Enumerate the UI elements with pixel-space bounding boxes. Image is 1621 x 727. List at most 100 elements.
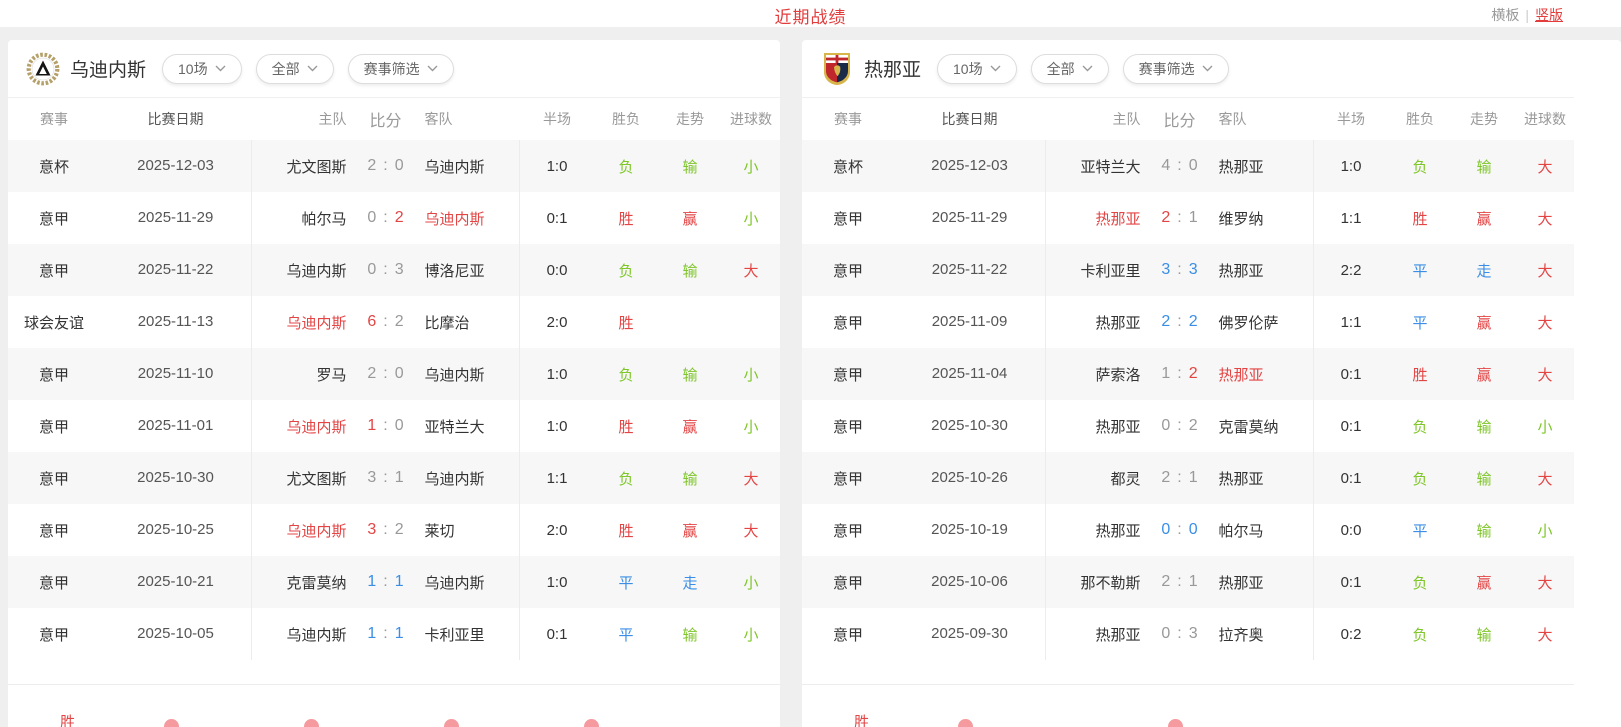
away-score: 2 xyxy=(1189,313,1198,331)
match-row[interactable]: 意杯 2025-12-03 尤文图斯 2:0 乌迪内斯 1:0 负 输 小 xyxy=(8,140,780,192)
league-filter-dropdown[interactable]: 赛事筛选 xyxy=(1123,54,1229,84)
header-trend: 走势 xyxy=(1452,109,1516,129)
home-score: 2 xyxy=(367,365,376,383)
team-name: 乌迪内斯 xyxy=(70,55,146,82)
match-row[interactable]: 意杯 2025-12-03 亚特兰大 4:0 热那亚 1:0 负 输 大 xyxy=(802,140,1574,192)
away-score: 0 xyxy=(395,417,404,435)
match-row[interactable]: 意甲 2025-11-29 帕尔马 0:2 乌迪内斯 0:1 胜 赢 小 xyxy=(8,192,780,244)
home-score: 3 xyxy=(367,521,376,539)
match-row[interactable]: 意甲 2025-11-04 萨索洛 1:2 热那亚 0:1 胜 赢 大 xyxy=(802,348,1574,400)
date-cell: 2025-11-13 xyxy=(100,296,252,348)
goals-cell: 小 xyxy=(722,572,780,593)
score-separator: : xyxy=(1177,261,1181,279)
view-horizontal-link[interactable]: 横板 xyxy=(1491,7,1519,23)
header-match: 主队 比分 客队 xyxy=(252,107,520,131)
away-score: 1 xyxy=(395,625,404,643)
home-score: 3 xyxy=(1161,261,1170,279)
match-row[interactable]: 意甲 2025-10-25 乌迪内斯 3:2 莱切 2:0 胜 赢 大 xyxy=(8,504,780,556)
venue-filter-dropdown[interactable]: 全部 xyxy=(256,54,334,84)
score: 0:0 xyxy=(1151,521,1209,539)
match-row[interactable]: 意甲 2025-10-05 乌迪内斯 1:1 卡利亚里 0:1 平 输 小 xyxy=(8,608,780,660)
halftime-cell: 0:1 xyxy=(1314,470,1388,487)
away-score: 1 xyxy=(1189,209,1198,227)
halftime-cell: 1:0 xyxy=(520,574,594,591)
score-separator: : xyxy=(383,521,387,539)
home-team: 尤文图斯 xyxy=(252,468,357,489)
score-separator: : xyxy=(383,365,387,383)
header-score: 比分 xyxy=(357,107,415,131)
view-toggle-separator: | xyxy=(1525,7,1529,23)
match-cell: 克雷莫纳 1:1 乌迪内斯 xyxy=(252,556,520,608)
view-vertical-link[interactable]: 竖版 xyxy=(1535,7,1563,23)
header-home: 主队 xyxy=(252,109,357,129)
away-team: 比摩治 xyxy=(415,312,520,333)
date-cell: 2025-10-26 xyxy=(894,452,1046,504)
score: 2:0 xyxy=(357,157,415,175)
league-cell: 球会友谊 xyxy=(8,312,100,333)
home-team: 都灵 xyxy=(1046,468,1151,489)
match-cell: 都灵 2:1 热那亚 xyxy=(1046,452,1314,504)
score-separator: : xyxy=(1177,625,1181,643)
match-row[interactable]: 意甲 2025-11-22 卡利亚里 3:3 热那亚 2:2 平 走 大 xyxy=(802,244,1574,296)
away-score: 3 xyxy=(1189,625,1198,643)
home-team: 热那亚 xyxy=(1046,520,1151,541)
score: 2:0 xyxy=(357,365,415,383)
match-row[interactable]: 意甲 2025-11-22 乌迪内斯 0:3 博洛尼亚 0:0 负 输 大 xyxy=(8,244,780,296)
topbar: 近期战绩 横板|竖版 xyxy=(0,0,1621,27)
home-score: 1 xyxy=(367,625,376,643)
match-row[interactable]: 意甲 2025-10-26 都灵 2:1 热那亚 0:1 负 输 大 xyxy=(802,452,1574,504)
match-row[interactable]: 意甲 2025-09-30 热那亚 0:3 拉齐奥 0:2 负 输 大 xyxy=(802,608,1574,660)
result-cell: 平 xyxy=(1388,260,1452,281)
match-cell: 罗马 2:0 乌迪内斯 xyxy=(252,348,520,400)
match-count-dropdown[interactable]: 10场 xyxy=(162,54,242,84)
trend-cell: 赢 xyxy=(658,416,722,437)
match-count-dropdown[interactable]: 10场 xyxy=(937,54,1017,84)
match-row[interactable]: 球会友谊 2025-11-13 乌迪内斯 6:2 比摩治 2:0 胜 xyxy=(8,296,780,348)
away-score: 3 xyxy=(395,261,404,279)
match-row[interactable]: 意甲 2025-10-06 那不勒斯 2:1 热那亚 0:1 负 赢 大 xyxy=(802,556,1574,608)
home-score: 1 xyxy=(1161,365,1170,383)
panel-header: 热那亚 10场 全部 赛事筛选 xyxy=(802,40,1574,98)
score: 1:2 xyxy=(1151,365,1209,383)
match-row[interactable]: 意甲 2025-11-29 热那亚 2:1 维罗纳 1:1 胜 赢 大 xyxy=(802,192,1574,244)
trend-cell: 走 xyxy=(1452,260,1516,281)
date-cell: 2025-09-30 xyxy=(894,608,1046,660)
away-team: 热那亚 xyxy=(1209,364,1314,385)
genoa-crest-icon xyxy=(820,52,854,86)
home-team: 热那亚 xyxy=(1046,416,1151,437)
match-row[interactable]: 意甲 2025-11-10 罗马 2:0 乌迪内斯 1:0 负 输 小 xyxy=(8,348,780,400)
away-score: 0 xyxy=(395,365,404,383)
panels-container: 乌迪内斯 10场 全部 赛事筛选 赛事 比赛日期 主队 xyxy=(8,40,1621,727)
league-filter-dropdown[interactable]: 赛事筛选 xyxy=(348,54,454,84)
league-cell: 意甲 xyxy=(802,468,894,489)
score: 2:2 xyxy=(1151,313,1209,331)
match-row[interactable]: 意甲 2025-11-09 热那亚 2:2 佛罗伦萨 1:1 平 赢 大 xyxy=(802,296,1574,348)
header-away: 客队 xyxy=(415,109,520,129)
home-score: 0 xyxy=(1161,521,1170,539)
trend-cell: 输 xyxy=(1452,156,1516,177)
halftime-cell: 1:0 xyxy=(1314,158,1388,175)
venue-filter-dropdown[interactable]: 全部 xyxy=(1031,54,1109,84)
match-row[interactable]: 意甲 2025-11-01 乌迪内斯 1:0 亚特兰大 1:0 胜 赢 小 xyxy=(8,400,780,452)
match-row[interactable]: 意甲 2025-10-30 热那亚 0:2 克雷莫纳 0:1 负 输 小 xyxy=(802,400,1574,452)
home-team: 尤文图斯 xyxy=(252,156,357,177)
away-score: 1 xyxy=(1189,573,1198,591)
date-cell: 2025-11-29 xyxy=(100,192,252,244)
away-score: 0 xyxy=(395,157,404,175)
match-row[interactable]: 意甲 2025-10-19 热那亚 0:0 帕尔马 0:0 平 输 小 xyxy=(802,504,1574,556)
result-cell: 平 xyxy=(594,572,658,593)
match-cell: 那不勒斯 2:1 热那亚 xyxy=(1046,556,1314,608)
away-team: 帕尔马 xyxy=(1209,520,1314,541)
header-goals: 进球数 xyxy=(1516,109,1574,129)
score: 2:1 xyxy=(1151,209,1209,227)
score: 0:3 xyxy=(357,261,415,279)
date-cell: 2025-10-06 xyxy=(894,556,1046,608)
result-cell: 负 xyxy=(594,364,658,385)
match-row[interactable]: 意甲 2025-10-30 尤文图斯 3:1 乌迪内斯 1:1 负 输 大 xyxy=(8,452,780,504)
result-cell: 负 xyxy=(1388,468,1452,489)
match-cell: 乌迪内斯 1:1 卡利亚里 xyxy=(252,608,520,660)
match-row[interactable]: 意甲 2025-10-21 克雷莫纳 1:1 乌迪内斯 1:0 平 走 小 xyxy=(8,556,780,608)
league-cell: 意甲 xyxy=(8,468,100,489)
win-dot xyxy=(444,719,459,727)
score: 3:2 xyxy=(357,521,415,539)
